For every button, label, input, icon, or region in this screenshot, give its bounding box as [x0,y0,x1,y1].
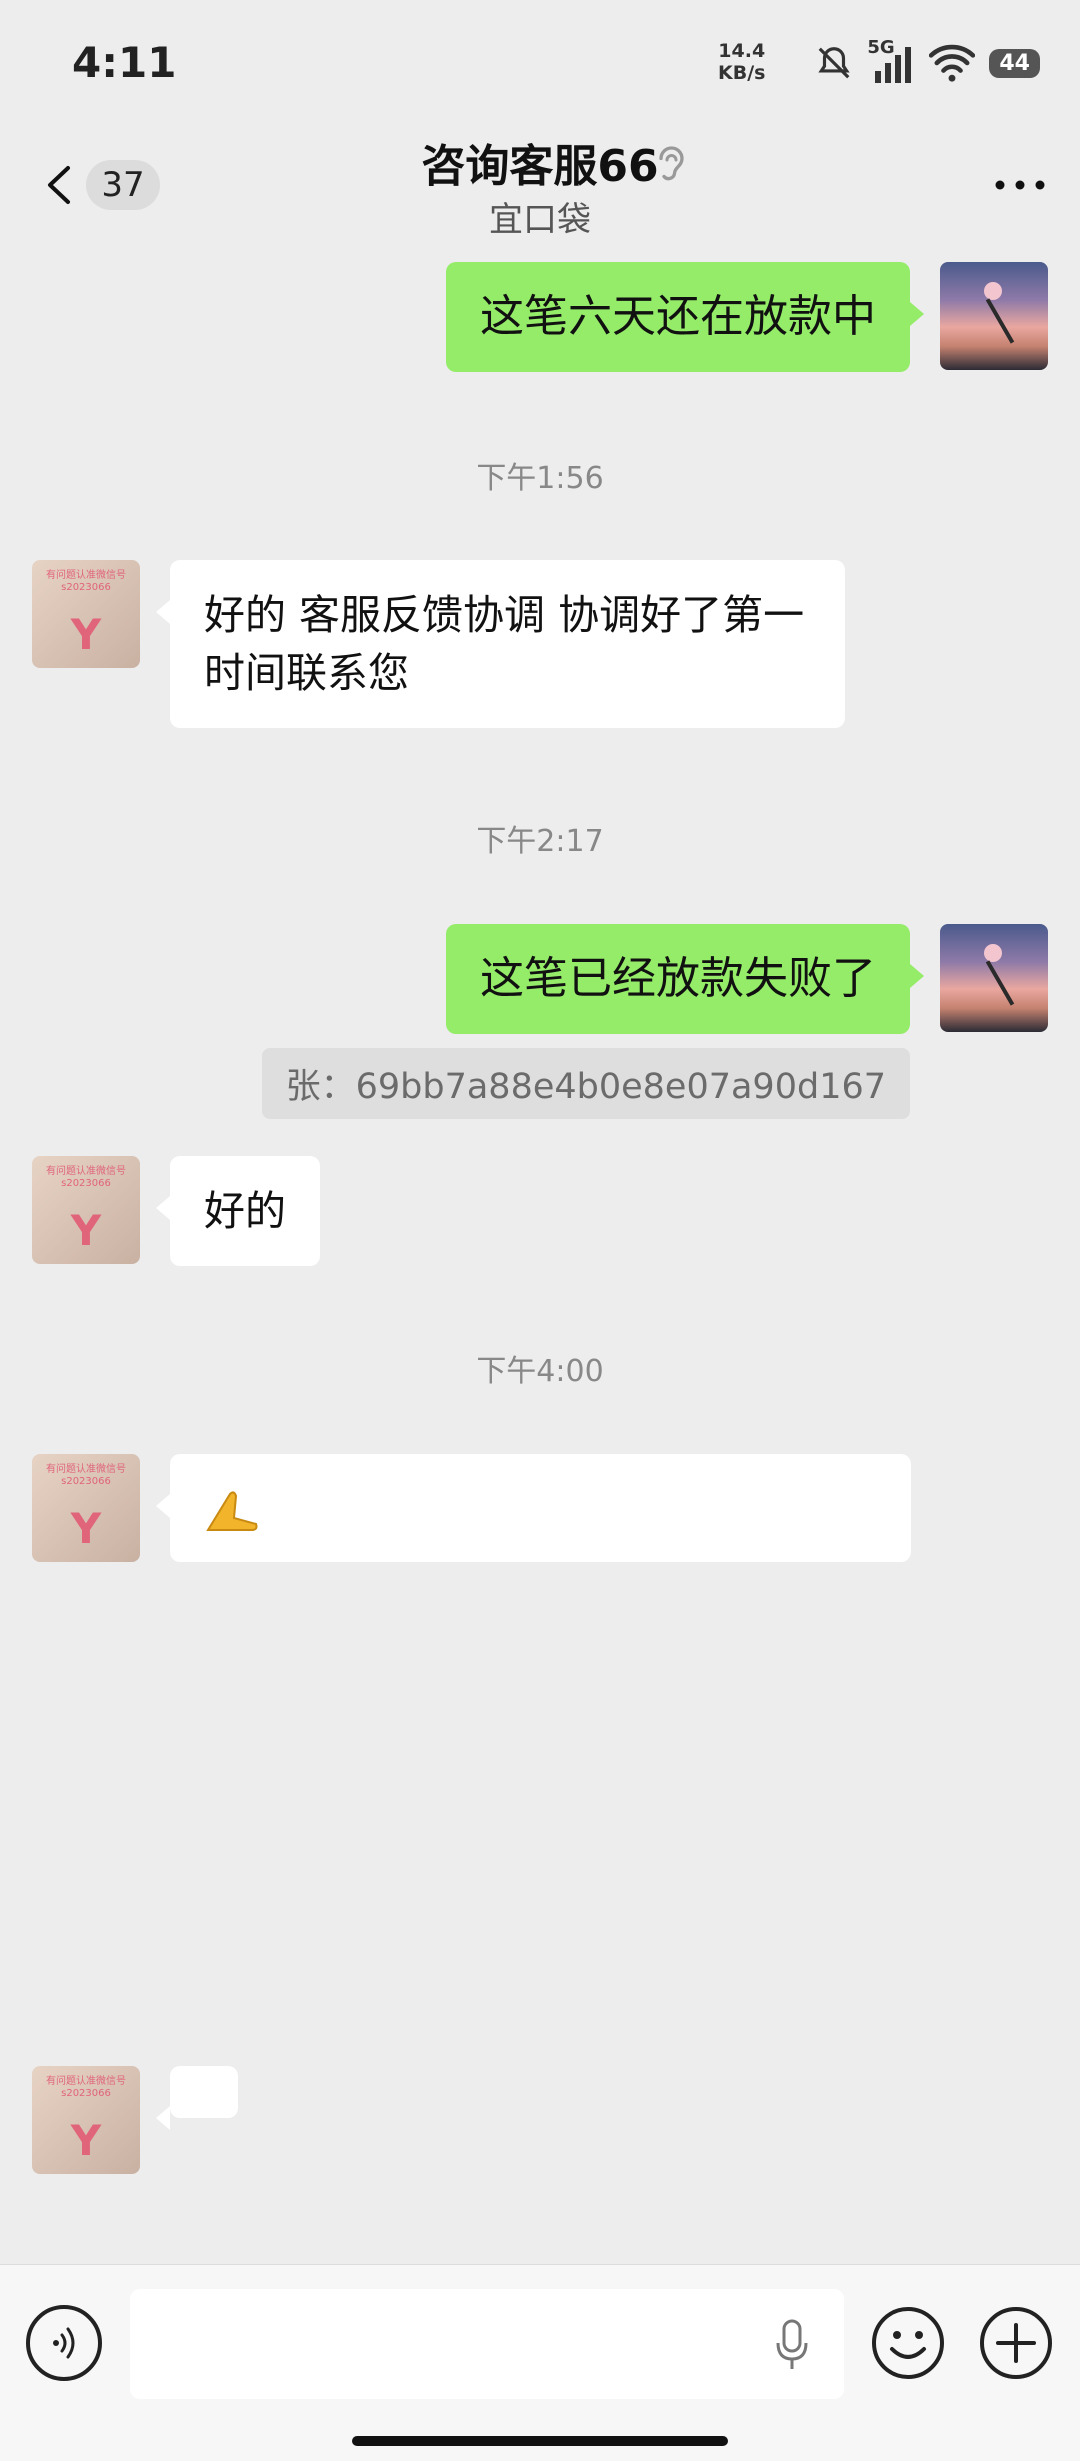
status-icons: 5G 44 [815,37,1040,88]
message-timestamp: 下午2:17 [476,824,604,859]
message-bubble-received[interactable]: 好的 客服反馈协调 协调好了第一 时间联系您 [156,560,845,728]
message-bubble-received[interactable] [156,1454,911,1562]
avatar[interactable]: 有问题认准微信号 s2023066 Y [32,2066,140,2174]
chat-title: 咨询客服66 [421,141,659,192]
message-line [204,1474,877,1542]
chat-header: 37 咨询客服66 宜口袋 [0,120,1080,250]
plus-icon[interactable] [978,2305,1054,2381]
mic-icon[interactable] [772,2315,812,2375]
message-bubble-received[interactable] [156,2066,238,2130]
voice-input-button[interactable] [26,2305,102,2381]
message-input[interactable] [130,2289,844,2399]
avatar[interactable]: 有问题认准微信号 s2023066 Y [32,1454,140,1562]
home-indicator[interactable] [352,2436,728,2446]
avatar-letter: Y [70,610,102,659]
avatar-letter: Y [70,1206,102,1255]
network-speed-value: 14.4 [718,40,766,62]
avatar-watermark-text: 有问题认准微信号 s2023066 [46,570,126,593]
message-bubble-received[interactable]: 好的 [156,1156,320,1266]
message-timestamp: 下午4:00 [476,1354,604,1389]
message-bubble-sent[interactable]: 这笔六天还在放款中 [446,262,924,372]
more-icon[interactable] [990,170,1050,200]
mute-bell-icon [818,47,851,79]
network-speed: 14.4 KB/s [718,40,765,84]
avatar[interactable] [940,262,1048,370]
avatar[interactable] [940,924,1048,1032]
quoted-message[interactable]: 张：69bb7a88e4b0e8e07a90d167 [261,1048,910,1119]
avatar-watermark-text: 有问题认准微信号 s2023066 [46,1166,126,1189]
praying-hands-emoji [206,1491,258,1531]
avatar[interactable]: 有问题认准微信号 s2023066 Y [32,1156,140,1264]
input-bar [0,2264,1080,2461]
avatar-watermark-text: 有问题认准微信号 s2023066 [46,2076,126,2099]
battery-indicator: 44 [989,48,1040,78]
message-timestamp: 下午1:56 [476,461,604,496]
status-time: 4:11 [72,38,177,87]
chat-subtitle: 宜口袋 [489,200,591,240]
avatar-letter: Y [70,2116,102,2165]
wifi-icon [929,44,976,82]
avatar[interactable]: 有问题认准微信号 s2023066 Y [32,560,140,668]
message-line: 时间联系您 [204,649,409,697]
signal-icon: 5G [867,37,915,83]
network-speed-unit: KB/s [718,62,766,84]
message-bubble-sent[interactable]: 这笔已经放款失败了 [446,924,924,1034]
network-type: 5G [867,37,895,58]
status-bar: 4:11 14.4 KB/s 5G 44 [0,0,1080,120]
ear-icon [659,146,684,181]
message-line: 好的 客服反馈协调 协调好了第一 [204,591,805,639]
voice-icon [53,2327,75,2359]
emoji-icon[interactable] [870,2305,946,2381]
avatar-letter: Y [70,1504,102,1553]
avatar-watermark-text: 有问题认准微信号 s2023066 [46,1464,126,1487]
